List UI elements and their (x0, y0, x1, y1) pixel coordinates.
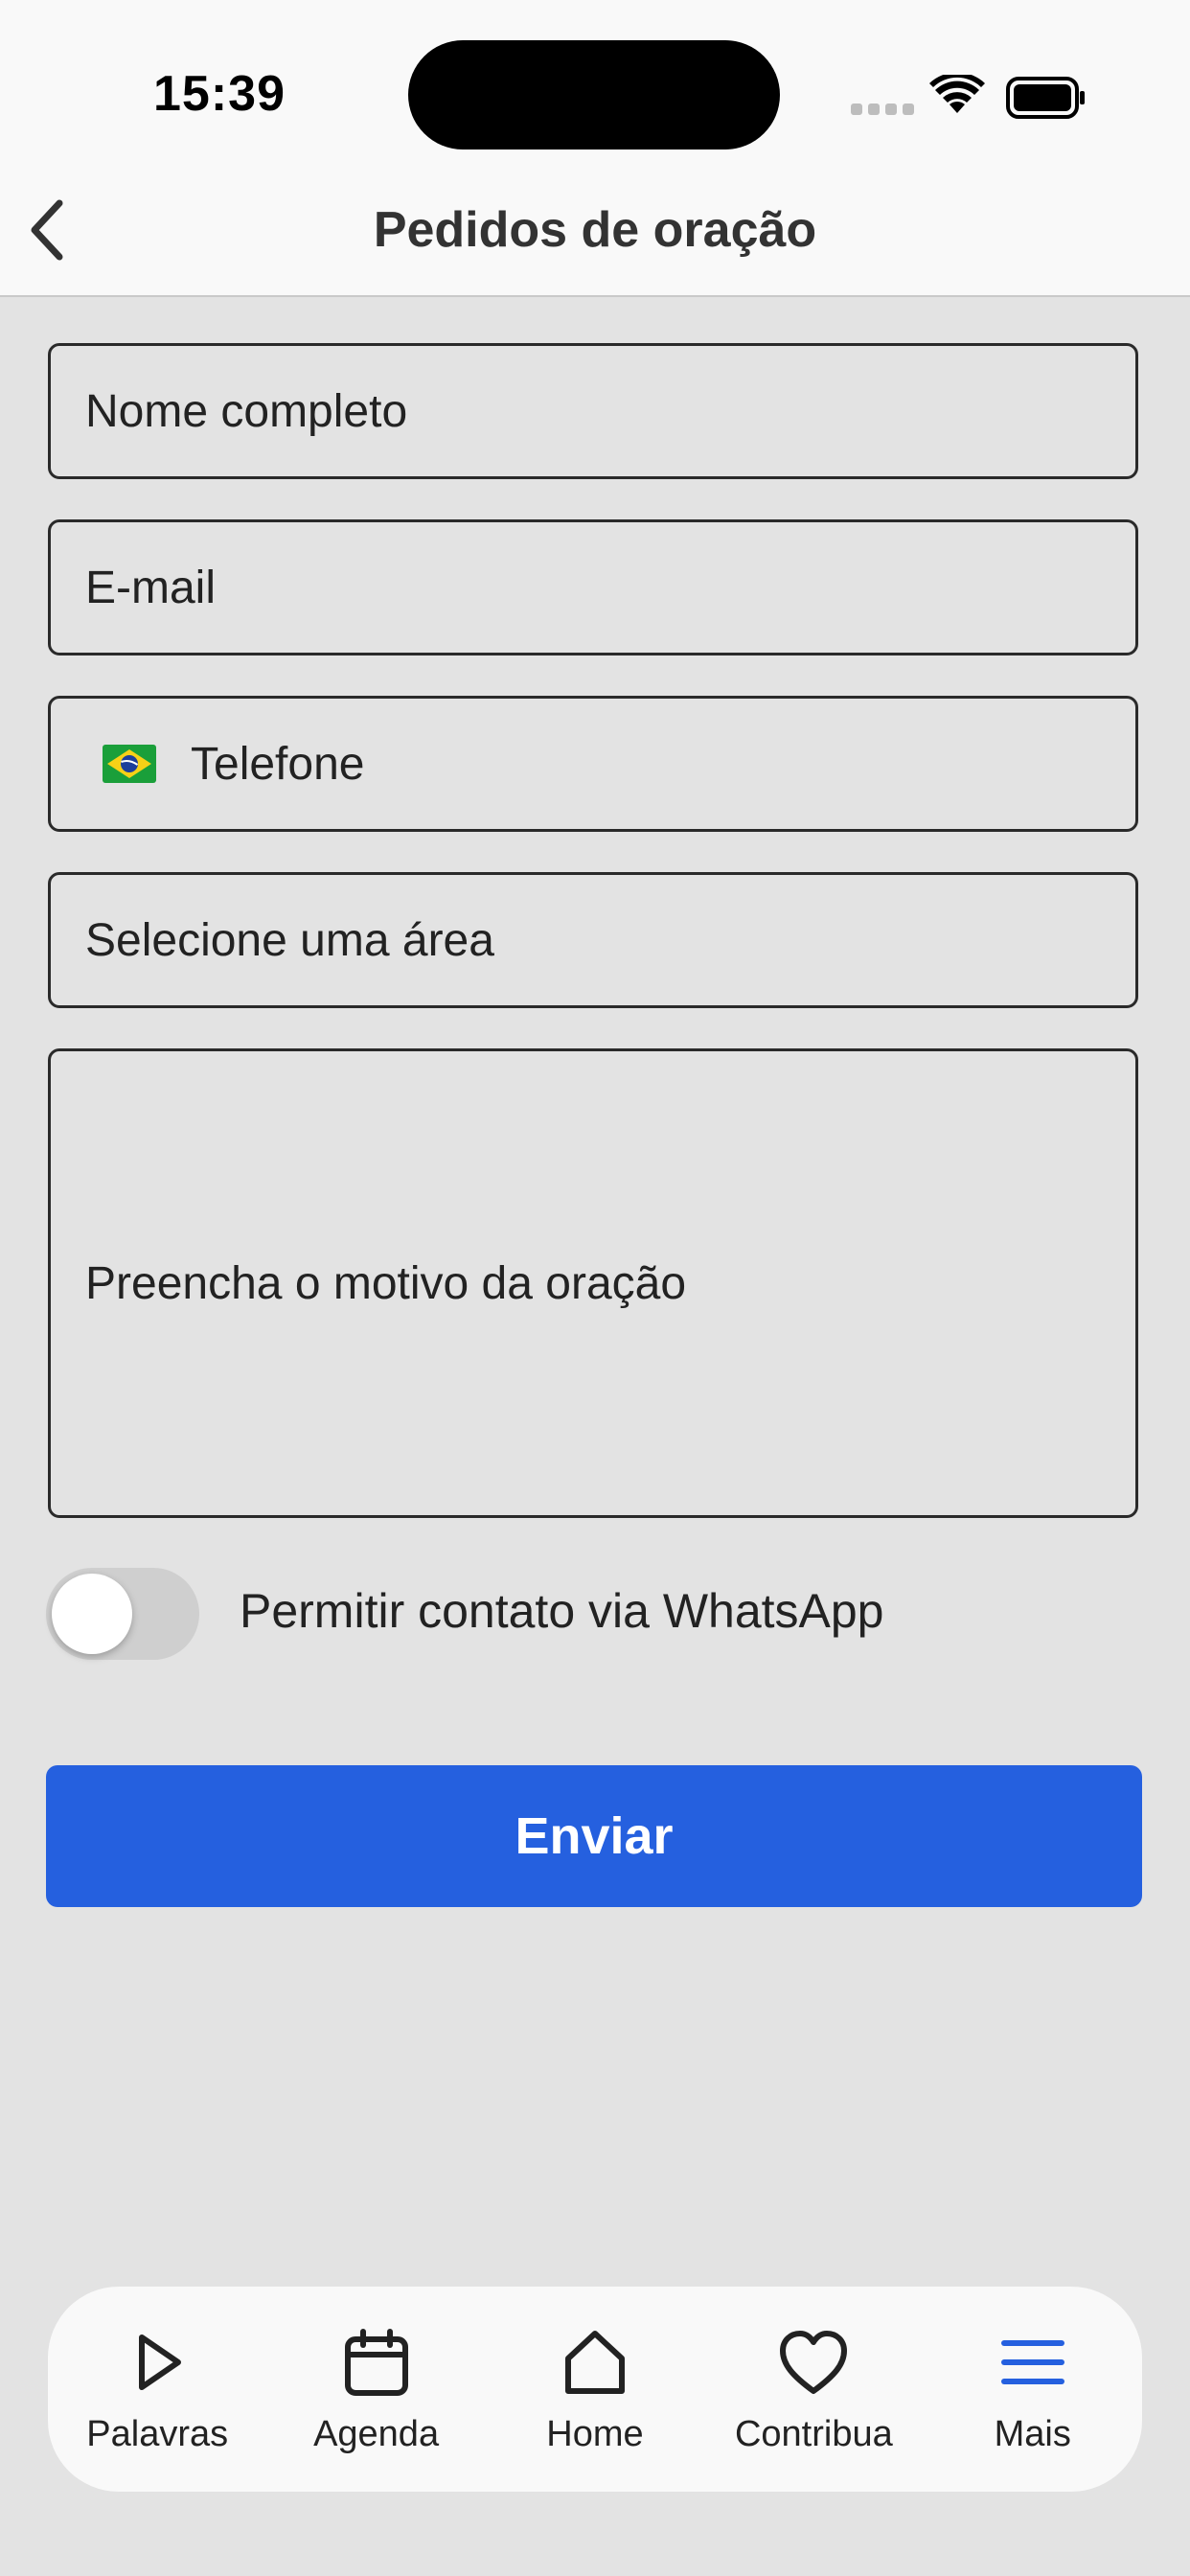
nav-label-palavras: Palavras (86, 2413, 229, 2454)
phone-placeholder: Telefone (191, 738, 365, 790)
area-placeholder: Selecione uma área (85, 914, 494, 966)
battery-icon (1006, 77, 1085, 119)
calendar-icon (344, 2328, 408, 2396)
nav-item-agenda[interactable]: Agenda (281, 2287, 472, 2492)
cellular-signal-icon (851, 104, 914, 117)
nav-item-contribua[interactable]: Contribua (718, 2287, 909, 2492)
whatsapp-toggle-label: Permitir contato via WhatsApp (240, 1584, 884, 1638)
nav-item-home[interactable]: Home (499, 2287, 691, 2492)
nav-item-palavras[interactable]: Palavras (61, 2287, 253, 2492)
nav-label-mais: Mais (994, 2413, 1071, 2454)
menu-icon (1000, 2339, 1064, 2384)
home-icon (564, 2330, 625, 2394)
brazil-flag-icon[interactable] (103, 745, 156, 783)
heart-icon (780, 2330, 848, 2394)
dynamic-island (408, 40, 780, 150)
nav-item-mais[interactable]: Mais (937, 2287, 1129, 2492)
play-icon (139, 2334, 182, 2390)
wifi-icon (929, 75, 985, 113)
area-select[interactable]: Selecione uma área (48, 872, 1138, 1008)
prayer-reason-placeholder: Preencha o motivo da oração (85, 1257, 687, 1309)
whatsapp-toggle[interactable] (46, 1568, 199, 1660)
phone-input[interactable]: Telefone (48, 696, 1138, 832)
toggle-knob (52, 1574, 132, 1654)
full-name-input[interactable]: Nome completo (48, 343, 1138, 479)
nav-label-contribua: Contribua (734, 2413, 893, 2454)
submit-button[interactable]: Enviar (46, 1765, 1142, 1907)
top-bar: 15:39 Pedidos de oração (0, 0, 1190, 297)
bottom-nav: Palavras Agenda Home Contribua Mais (48, 2287, 1142, 2492)
email-input[interactable]: E-mail (48, 519, 1138, 656)
status-time: 15:39 (153, 66, 286, 122)
nav-label-agenda: Agenda (313, 2413, 440, 2454)
full-name-placeholder: Nome completo (85, 385, 408, 437)
nav-label-home: Home (546, 2413, 644, 2454)
prayer-reason-textarea[interactable]: Preencha o motivo da oração (48, 1048, 1138, 1518)
email-placeholder: E-mail (85, 562, 217, 613)
page-title: Pedidos de oração (373, 202, 817, 258)
